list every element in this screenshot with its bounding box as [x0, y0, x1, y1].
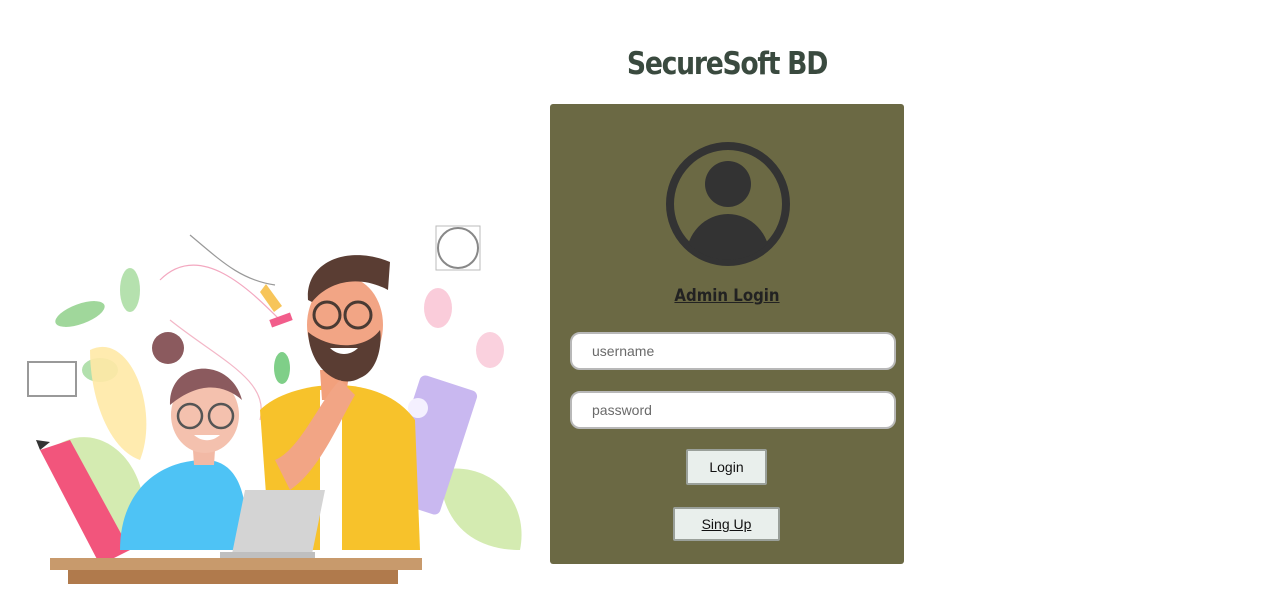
woman-hair-bun: [152, 332, 184, 364]
leaf-shape: [476, 332, 504, 368]
pen-path-line: [189, 234, 276, 286]
woman-torso: [120, 460, 247, 550]
pen-nib-base: [269, 312, 293, 328]
user-circle-icon: [666, 142, 790, 266]
signup-button[interactable]: Sing Up: [673, 507, 780, 541]
people-working-illustration: [27, 225, 522, 584]
desk-top: [50, 558, 422, 570]
pen-nib-icon: [260, 284, 282, 312]
leaf-shape: [424, 288, 452, 328]
laptop-base: [220, 552, 315, 558]
username-input[interactable]: [570, 332, 896, 370]
admin-login-heading: Admin Login: [674, 286, 780, 306]
password-input[interactable]: [570, 391, 896, 429]
login-page: SecureSoft BD Admin Login Login Sing Up: [0, 0, 1268, 608]
leaf-shape: [274, 352, 290, 384]
rect-selection-shape: [27, 361, 77, 397]
leaf-shape: [55, 301, 105, 327]
leaf-shape: [120, 268, 140, 312]
laptop-screen: [232, 490, 325, 554]
brand-title: SecureSoft BD: [626, 46, 828, 82]
login-button[interactable]: Login: [686, 449, 767, 485]
circle-selection-shape: [437, 227, 479, 269]
login-card: Admin Login Login Sing Up: [550, 104, 904, 564]
leaf-shape: [440, 468, 522, 550]
selection-box: [435, 225, 481, 271]
desk-front: [68, 570, 398, 584]
